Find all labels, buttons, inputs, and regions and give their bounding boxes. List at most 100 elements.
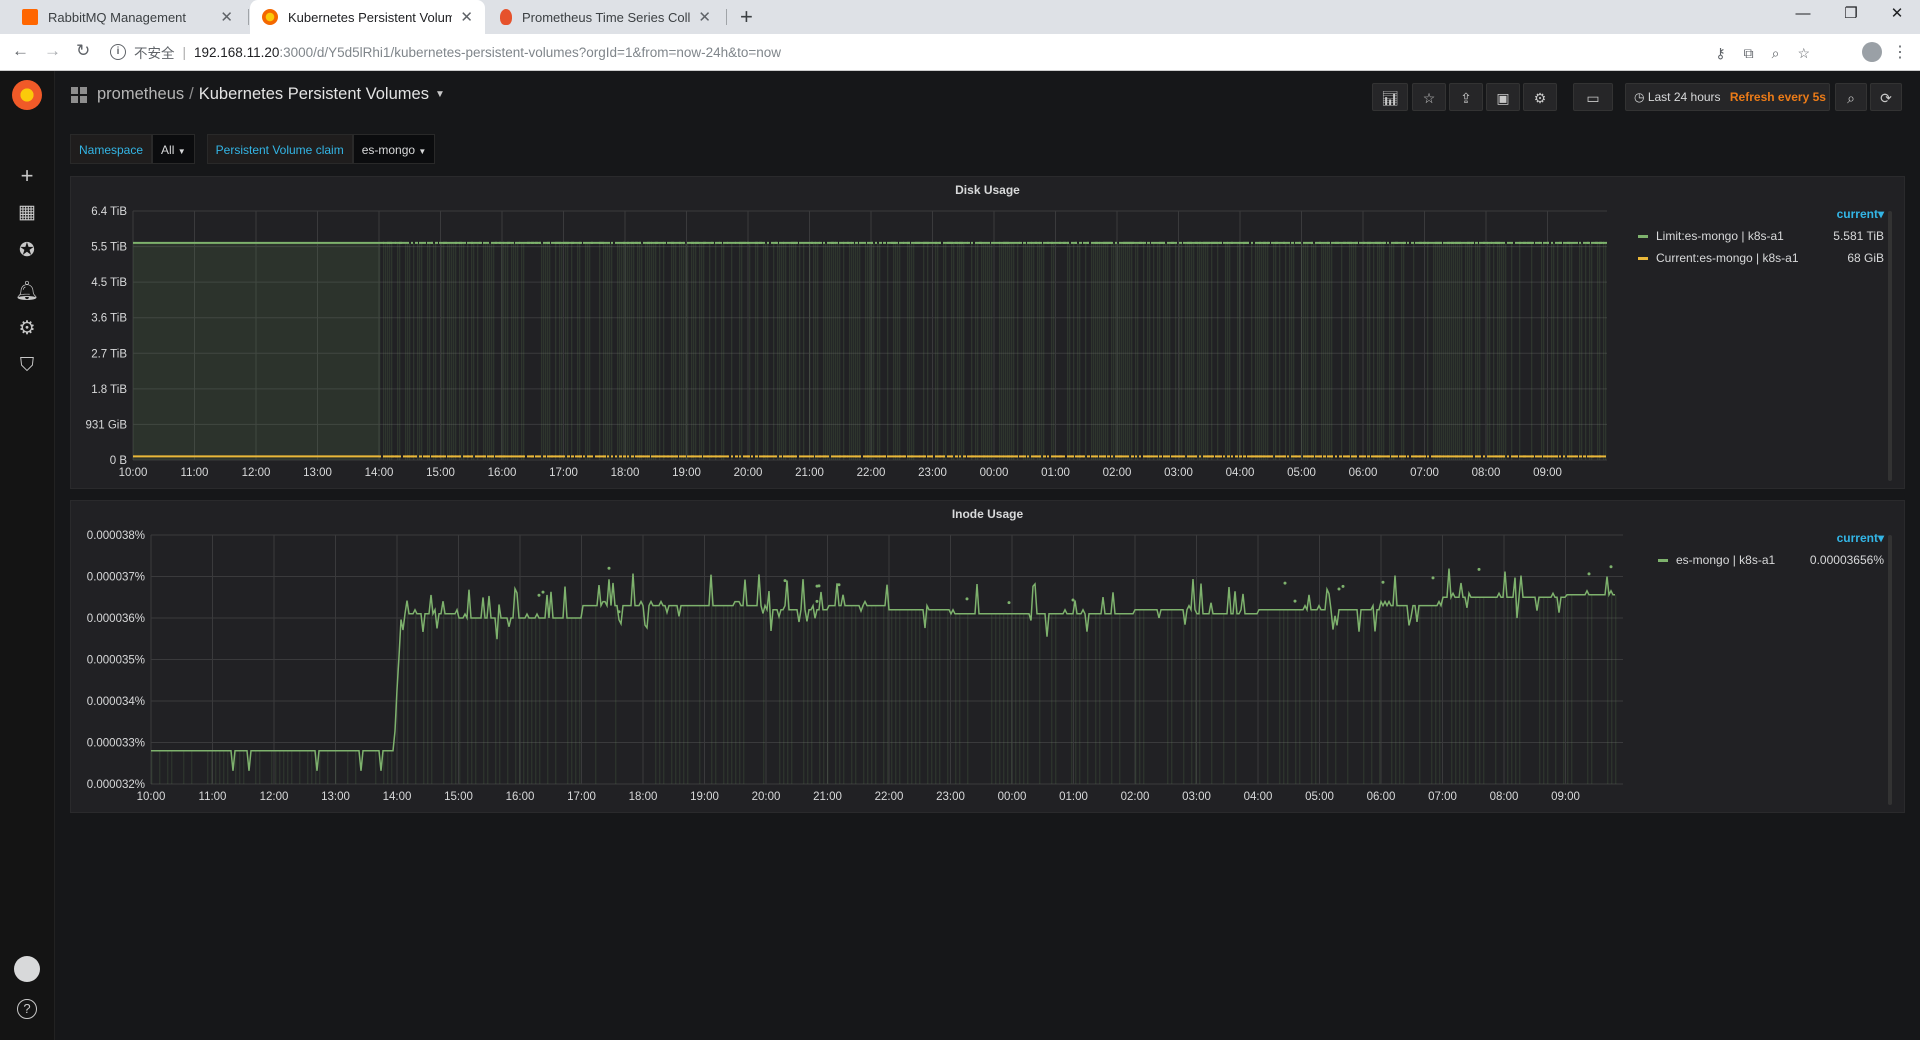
limit-area-fill <box>943 242 945 460</box>
series-area-fill <box>327 750 329 784</box>
pvc-dropdown[interactable]: es-mongo ▼ <box>352 134 436 164</box>
reload-button[interactable]: ↻ <box>76 41 90 61</box>
inode-usage-panel[interactable]: Inode Usage 0.000038% 0.000037% 0.000036% 0… <box>70 500 1905 813</box>
y-tick-label: 0.000033% <box>87 738 145 750</box>
series-area-fill <box>927 605 929 784</box>
legend-scrollbar[interactable] <box>1888 535 1892 805</box>
legend-name: Limit:es-mongo | k8s-a1 <box>1656 229 1784 243</box>
y-tick-label: 931 GiB <box>85 419 127 431</box>
legend-item[interactable]: Current:es-mongo | k8s-a1 68 GiB <box>1636 249 1884 267</box>
legend-item[interactable]: Limit:es-mongo | k8s-a1 5.581 TiB <box>1636 227 1884 245</box>
create-plus-icon[interactable]: + <box>0 163 54 189</box>
series-area-fill <box>287 750 289 784</box>
limit-area-fill <box>715 242 717 460</box>
time-picker-button[interactable]: ◷ Last 24 hours Refresh every 5s <box>1625 83 1830 111</box>
limit-area-fill <box>773 242 775 460</box>
limit-area-fill <box>471 242 473 460</box>
limit-area-fill <box>1025 242 1027 460</box>
limit-area-fill <box>517 242 519 460</box>
x-tick-label: 07:00 <box>1428 791 1457 803</box>
limit-area-fill <box>1389 242 1391 460</box>
cycle-view-mode-button[interactable]: ▭ <box>1573 83 1613 111</box>
disk-usage-panel[interactable]: Disk Usage 6.4 TiB 5.5 TiB 4.5 TiB 3.6 TiB 2… <box>70 176 1905 489</box>
save-dashboard-button[interactable]: ▣ <box>1486 83 1520 111</box>
key-icon[interactable]: ⚷ <box>1715 45 1725 62</box>
tab-rabbitmq[interactable]: RabbitMQ Management ✕ <box>10 0 245 34</box>
profile-avatar[interactable] <box>1862 42 1882 62</box>
y-tick-label: 6.4 TiB <box>91 206 127 218</box>
limit-area-fill <box>831 242 833 460</box>
minimize-button[interactable]: — <box>1780 0 1826 30</box>
series-area-fill <box>567 618 569 784</box>
limit-area-fill <box>1003 242 1005 460</box>
user-avatar-icon[interactable] <box>0 956 54 988</box>
legend-item[interactable]: es-mongo | k8s-a1 0.00003656% <box>1656 551 1884 569</box>
x-tick-label: 13:00 <box>321 791 350 803</box>
limit-area-fill <box>1445 242 1447 460</box>
close-window-button[interactable]: ✕ <box>1874 0 1920 30</box>
server-admin-shield-icon[interactable]: ⛉ <box>0 355 54 377</box>
info-icon[interactable]: i <box>110 44 126 60</box>
alerting-bell-icon[interactable]: 🔔︎ <box>0 279 54 303</box>
translate-icon[interactable]: ⧉ <box>1744 45 1754 62</box>
limit-area-fill <box>799 242 801 460</box>
series-area-fill <box>415 609 417 784</box>
forward-button[interactable]: → <box>44 41 61 61</box>
tab-grafana[interactable]: Kubernetes Persistent Volumes - ✕ <box>250 0 485 34</box>
grafana-logo-icon[interactable] <box>12 80 42 110</box>
inode-usage-graph[interactable]: 0.000038% 0.000037% 0.000036% 0.000035% 0.00… <box>71 501 1631 814</box>
dashboard-title[interactable]: prometheus / Kubernetes Persistent Volum… <box>71 85 445 104</box>
series-area-fill <box>1363 609 1365 784</box>
limit-area-fill <box>1293 242 1295 460</box>
limit-area-fill <box>521 242 523 460</box>
share-dashboard-button[interactable]: ⇪ <box>1449 83 1483 111</box>
tab-prometheus[interactable]: Prometheus Time Series Collectio ✕ <box>488 0 723 34</box>
limit-area-fill <box>1455 242 1457 460</box>
series-area-fill <box>1507 597 1509 784</box>
legend-sort-current[interactable]: current▾ <box>1837 531 1884 545</box>
explore-compass-icon[interactable]: ✪ <box>0 239 54 262</box>
limit-area-fill <box>1437 242 1439 460</box>
maximize-button[interactable]: ❐ <box>1828 0 1874 30</box>
disk-usage-graph[interactable]: 6.4 TiB 5.5 TiB 4.5 TiB 3.6 TiB 2.7 TiB 1.8 T… <box>71 177 1631 490</box>
close-icon[interactable]: ✕ <box>460 8 473 26</box>
series-area-fill <box>1039 613 1041 784</box>
series-area-fill <box>807 621 809 784</box>
limit-area-fill <box>571 242 573 460</box>
browser-menu-icon[interactable]: ⋮ <box>1892 42 1908 62</box>
address-bar[interactable]: i 不安全 | 192.168.11.20:3000/d/Y5d5lRhi1/k… <box>110 38 1750 66</box>
star-dashboard-button[interactable]: ☆ <box>1412 83 1446 111</box>
x-tick-label: 03:00 <box>1182 791 1211 803</box>
close-icon[interactable]: ✕ <box>220 8 233 26</box>
limit-area-fill <box>1291 242 1293 460</box>
bookmark-star-icon[interactable]: ☆ <box>1797 45 1810 62</box>
configuration-gear-icon[interactable]: ⚙ <box>0 317 54 340</box>
legend-scrollbar[interactable] <box>1888 211 1892 481</box>
namespace-dropdown[interactable]: All ▼ <box>152 134 195 164</box>
dashboard-settings-button[interactable]: ⚙ <box>1523 83 1557 111</box>
refresh-button[interactable]: ⟳ <box>1870 83 1902 111</box>
series-area-fill <box>895 609 897 784</box>
x-tick-label: 17:00 <box>567 791 596 803</box>
close-icon[interactable]: ✕ <box>698 8 711 26</box>
zoom-icon[interactable]: ⌕ <box>1772 45 1780 62</box>
new-tab-button[interactable]: + <box>740 4 753 30</box>
limit-area-fill <box>709 242 711 460</box>
dashboards-icon[interactable]: ▦ <box>0 201 54 224</box>
limit-area-fill <box>731 242 733 460</box>
series-area-fill <box>1467 607 1469 784</box>
variable-value: All <box>161 143 175 157</box>
help-icon[interactable]: ? <box>0 999 54 1019</box>
limit-area-fill <box>989 242 991 460</box>
limit-area-fill <box>897 242 899 460</box>
limit-area-fill <box>541 242 543 460</box>
limit-area-fill <box>513 242 515 460</box>
limit-area-fill <box>867 242 869 460</box>
limit-area-fill <box>1305 242 1307 460</box>
limit-area-fill <box>1307 242 1309 460</box>
add-panel-button[interactable]: 📊︎ <box>1372 83 1408 111</box>
zoom-out-button[interactable]: ⌕ <box>1835 83 1867 111</box>
legend-sort-current[interactable]: current▾ <box>1837 207 1884 221</box>
limit-area-fill <box>621 242 623 460</box>
back-button[interactable]: ← <box>12 41 29 61</box>
